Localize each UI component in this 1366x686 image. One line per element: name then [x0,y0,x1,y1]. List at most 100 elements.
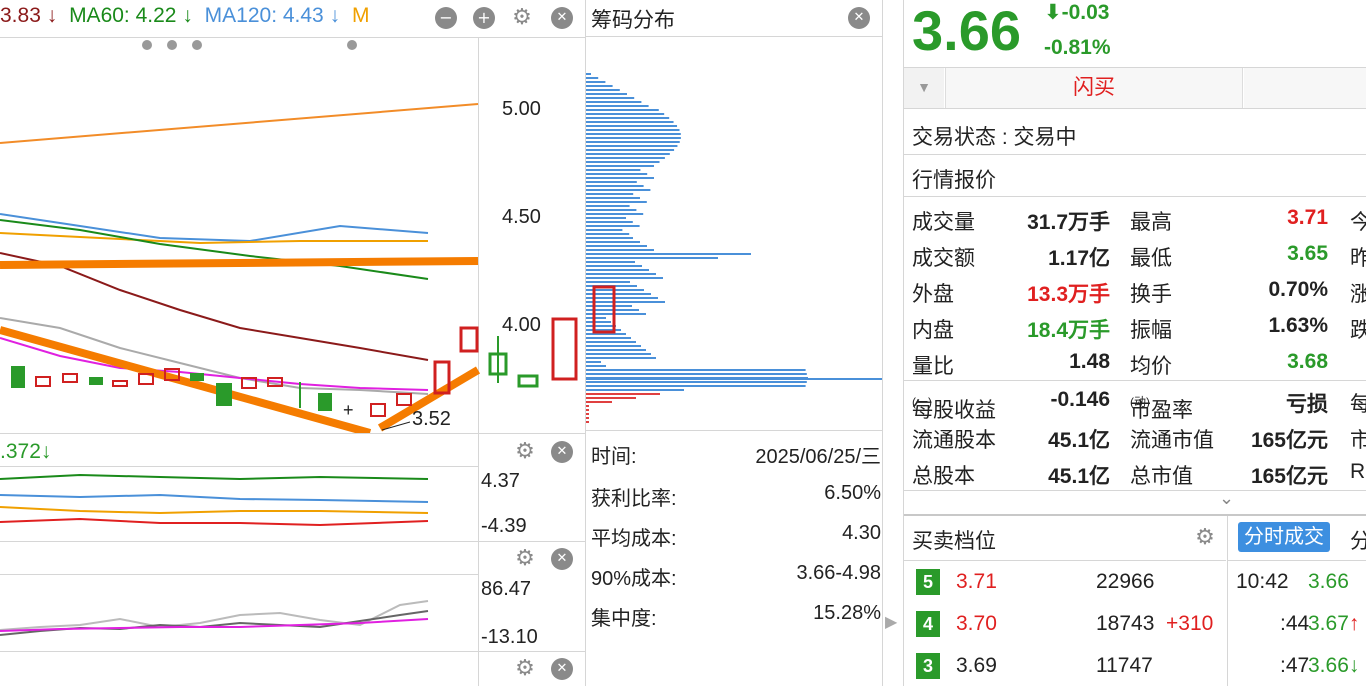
collapse-chevron-icon[interactable]: ⌄ [1219,488,1234,509]
trend-line-flat [0,257,479,269]
chip-bar [586,173,648,175]
chip-bar [586,385,806,387]
tab-tick-trades[interactable]: 分时成交 [1238,522,1330,552]
chip-bar [586,197,640,199]
chip-bar [586,129,680,131]
flash-buy-button[interactable]: 闪买 [945,68,1243,108]
chip-bar [586,185,644,187]
close-icon[interactable]: ✕ [551,441,573,463]
candle [112,380,128,387]
chip-stat-row: 平均成本: 4.30 [591,522,881,550]
candle [190,373,204,381]
dropdown-toggle-icon[interactable]: ▼ [904,68,944,108]
chip-bar [586,301,665,303]
order-level[interactable]: 4 3.70 18743 +310 [904,604,1226,644]
level-number: 3 [916,653,940,679]
candle [517,374,539,388]
chip-bar [586,105,649,107]
chip-bar [586,109,659,111]
chip-bar [586,273,656,275]
chip-bar [586,269,649,271]
chip-bar [586,253,751,255]
chip-bar [586,89,620,91]
chip-bar [586,413,589,415]
level-volume: 11747 [1096,654,1153,677]
price-change: ⬇-0.03 [1044,1,1110,24]
chip-bar [586,321,611,323]
level-volume: 18743 [1096,612,1155,635]
chip-bar [586,133,681,135]
candle [551,317,578,381]
chip-bar [586,177,654,179]
chip-stat-row: 集中度: 15.28% [591,602,881,630]
ma120-arrow: ↓ [329,4,341,27]
tab-next[interactable]: 分 [1350,525,1366,555]
quote-row: 成交额 1.17亿 最低 3.65 昨 [912,242,1366,270]
level-price: 3.69 [956,654,997,677]
kline-chart[interactable]: + [0,38,585,433]
gear-icon[interactable]: ⚙ [514,658,536,680]
zoom-out-icon[interactable]: − [435,7,457,29]
flash-sell-button[interactable] [1244,68,1366,108]
level-volume: 22966 [1096,570,1155,593]
chip-bar [586,277,663,279]
chip-bar [586,229,623,231]
chip-bar [586,169,641,171]
chip-bar [586,317,606,319]
chip-bar [586,249,654,251]
chip-bar [586,93,627,95]
gear-icon[interactable]: ⚙ [511,7,533,29]
ma60-arrow: ↓ [182,4,193,27]
chip-bar [586,365,606,367]
gear-icon[interactable]: ⚙ [514,548,536,570]
ma120-value: MA120: 4.43 [204,4,324,27]
ma-next-label: M [351,4,370,27]
level-number: 5 [916,569,940,595]
chip-bar [586,293,651,295]
chip-histogram [586,73,882,423]
sub1-max: 4.37 [481,470,520,492]
close-icon[interactable]: ✕ [551,658,573,680]
zoom-in-icon[interactable]: + [473,7,495,29]
chip-bar [586,205,630,207]
gear-icon[interactable]: ⚙ [514,441,536,463]
chip-bar [586,265,642,267]
sub2-min: -13.10 [481,626,538,648]
kline-panel: 3.83 ↓ MA60: 4.22 ↓ MA120: 4.43 ↓ M − + … [0,0,585,686]
sub1-label: .372↓ [0,440,52,463]
chip-bar [586,349,646,351]
candle [459,326,479,353]
sub2-max: 86.47 [481,578,532,600]
chip-bar [586,353,651,355]
chip-bar [586,281,630,283]
chip-bar [586,189,651,191]
candle [11,366,25,388]
chip-bar [586,417,589,419]
chip-bar [586,141,680,143]
order-level[interactable]: 5 3.71 22966 [904,562,1226,602]
chip-panel: 筹码分布 ✕ 时间: 2025/06/25/三 获利比率: 6.50% 平均成本… [586,0,882,686]
close-icon[interactable]: ✕ [551,548,573,570]
chip-bar [586,77,599,79]
chip-bar [586,201,647,203]
chip-bar [586,125,678,127]
quote-row: 内盘 18.4万手 振幅 1.63% 跌 [912,314,1366,342]
chip-bar [586,233,630,235]
sub1-chart [0,473,429,527]
chip-bar [586,225,640,227]
cross-marker: + [343,400,354,420]
level-price: 3.71 [956,570,997,593]
chip-bar [586,261,635,263]
close-icon[interactable]: ✕ [848,7,870,29]
chip-bar [586,165,654,167]
gear-icon[interactable]: ⚙ [1194,527,1216,549]
quote-row: 总股本 45.1亿 总市值 165亿元 R [912,460,1366,488]
close-icon[interactable]: ✕ [551,7,573,29]
expand-right-icon[interactable]: ▶ [885,612,897,632]
tick-row: :44 3.67↑ [1280,612,1360,635]
order-level[interactable]: 3 3.69 11747 [904,646,1226,686]
chip-bar [586,389,684,391]
tick-row: 10:42 3.66 [1236,570,1349,593]
chip-bar [586,257,718,259]
chip-bar [586,357,656,359]
